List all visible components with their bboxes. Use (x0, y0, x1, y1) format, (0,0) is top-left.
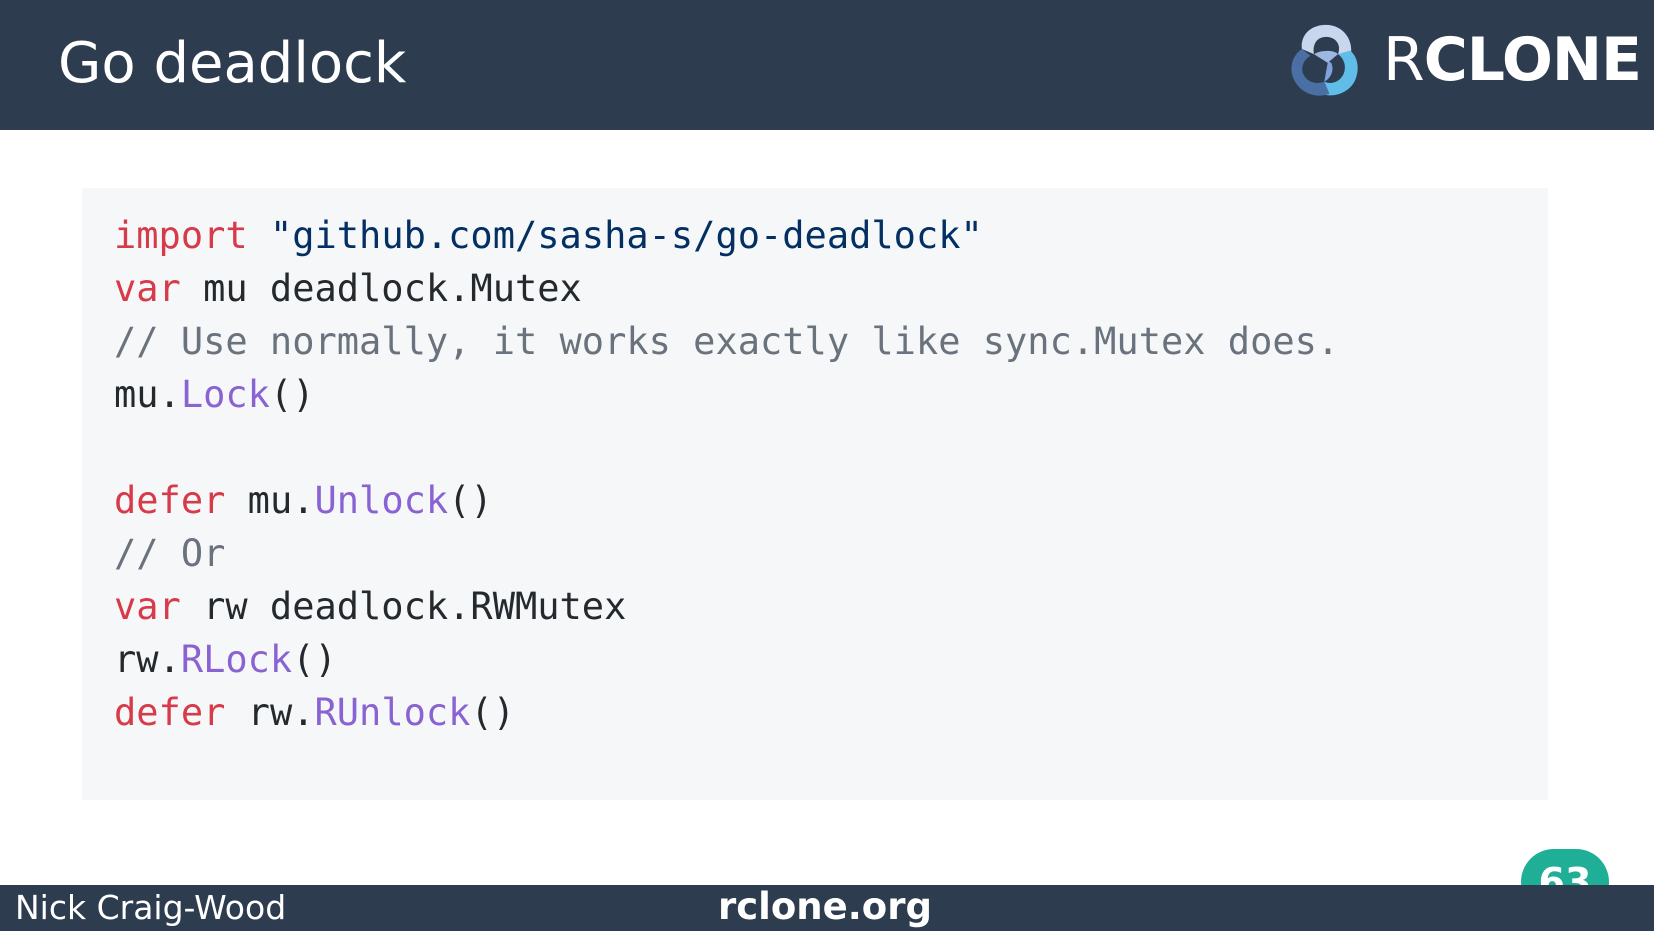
code-token: var (114, 585, 181, 628)
code-token: defer (114, 691, 226, 734)
code-token: Unlock (314, 479, 449, 522)
rclone-logo-icon (1291, 24, 1358, 96)
code-line: defer rw.RUnlock() (114, 685, 515, 741)
code-token: var (114, 267, 181, 310)
code-token: rw. (114, 638, 181, 681)
code-line: // Or (114, 526, 225, 582)
code-token: rw. (225, 691, 315, 734)
code-token: () (269, 373, 315, 416)
code-token: Lock (180, 373, 270, 416)
author-name: Nick Craig-Wood (15, 888, 287, 927)
code-line: var rw deadlock.RWMutex (114, 579, 626, 635)
code-block: import "github.com/sasha-s/go-deadlock" v… (82, 188, 1548, 800)
slide: Go deadlock RCLONE import "github.com/sa… (0, 0, 1654, 931)
code-token: () (292, 638, 337, 681)
site-url: rclone.org (718, 885, 932, 928)
code-line: import "github.com/sasha-s/go-deadlock" (114, 208, 983, 264)
code-token: import (114, 214, 248, 257)
code-token: mu deadlock.Mutex (180, 267, 582, 310)
code-line: // Use normally, it works exactly like s… (114, 314, 1339, 370)
code-line: mu.Lock() (114, 367, 315, 423)
logo-text-rest: CLONE (1423, 25, 1642, 95)
code-token: rw deadlock.RWMutex (180, 585, 627, 628)
footer-bar: Nick Craig-Wood rclone.org (0, 885, 1654, 931)
code-token: "github.com/sasha-s/go-deadlock" (269, 214, 983, 257)
code-token: mu. (225, 479, 315, 522)
code-token: // Or (114, 532, 226, 575)
code-token: mu. (114, 373, 181, 416)
logo-text-prefix: R (1383, 25, 1425, 95)
code-token: defer (114, 479, 226, 522)
code-line: defer mu.Unlock() (114, 473, 493, 529)
code-token: () (448, 479, 493, 522)
code-line: rw.RLock() (114, 632, 337, 688)
code-token: () (470, 691, 515, 734)
rclone-logo: RCLONE (1275, 16, 1645, 106)
code-token: RLock (180, 638, 293, 681)
logo-text: RCLONE (1383, 24, 1642, 96)
header-bar: Go deadlock RCLONE (0, 0, 1654, 130)
code-token: // Use normally, it works exactly like s… (114, 320, 1340, 363)
code-token: RUnlock (314, 691, 471, 734)
code-line: var mu deadlock.Mutex (114, 261, 582, 317)
slide-title: Go deadlock (58, 31, 407, 96)
